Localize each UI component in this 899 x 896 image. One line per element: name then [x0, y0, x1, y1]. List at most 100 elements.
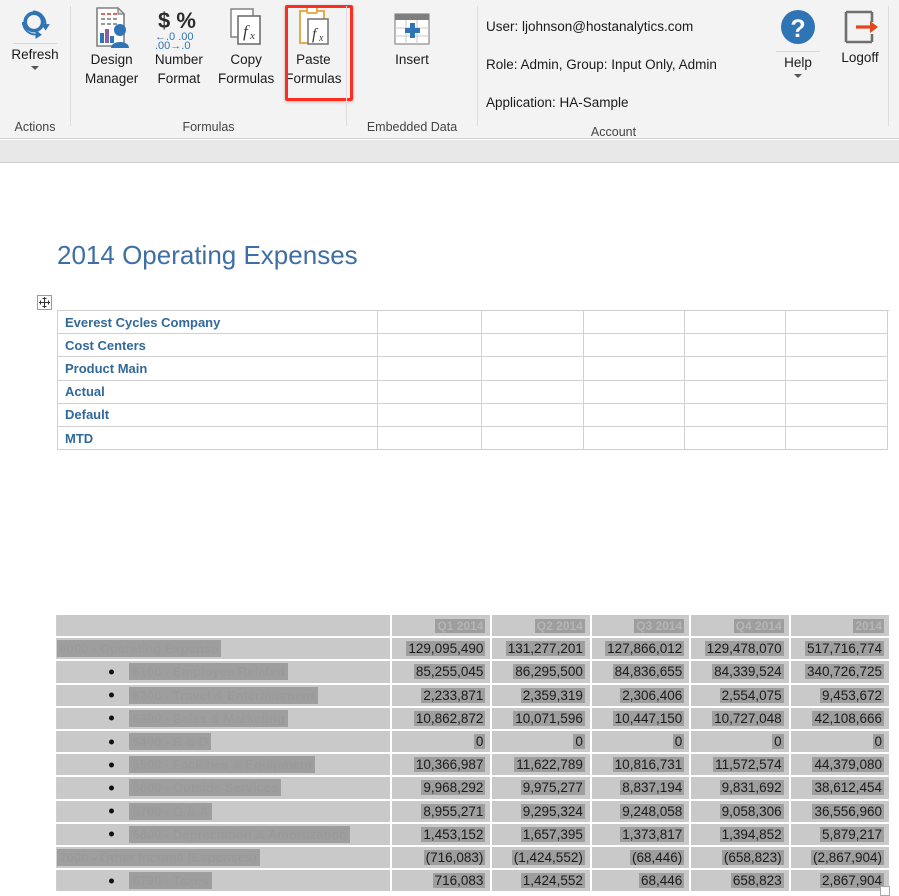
- row-label-cell[interactable]: 6400 - R & D: [57, 730, 391, 753]
- meta-blank-cell[interactable]: [584, 357, 685, 381]
- data-cell[interactable]: (716,083): [390, 846, 491, 869]
- data-cell[interactable]: 86,295,500: [490, 661, 590, 683]
- data-cell[interactable]: 38,612,454: [788, 777, 890, 799]
- data-cell[interactable]: 131,277,201: [490, 638, 590, 660]
- data-cell[interactable]: 84,339,524: [689, 661, 789, 683]
- meta-blank-cell[interactable]: [685, 426, 786, 451]
- data-cell[interactable]: 42,108,666: [788, 707, 890, 729]
- meta-blank-cell[interactable]: [378, 311, 482, 335]
- number-format-button[interactable]: $ % ←.0 .00 .00→.0 Number Format: [146, 0, 211, 88]
- data-cell[interactable]: (658,823): [689, 846, 789, 869]
- meta-blank-cell[interactable]: [786, 426, 888, 451]
- data-cell[interactable]: 44,379,080: [788, 754, 890, 776]
- data-cell[interactable]: 10,727,048: [689, 707, 789, 729]
- refresh-button[interactable]: Refresh: [11, 0, 59, 70]
- data-cell[interactable]: 0: [490, 730, 590, 753]
- data-cell[interactable]: 1,453,152: [390, 823, 491, 845]
- help-button[interactable]: ? Help: [767, 0, 829, 78]
- meta-blank-cell[interactable]: [482, 426, 584, 451]
- meta-blank-cell[interactable]: [378, 357, 482, 381]
- meta-blank-cell[interactable]: [482, 403, 584, 427]
- data-cell[interactable]: 2,306,406: [589, 684, 690, 706]
- row-label-cell[interactable]: 6000 - Operating Expense: [57, 638, 391, 660]
- data-cell[interactable]: (68,446): [589, 846, 690, 869]
- data-cell[interactable]: (2,867,904): [788, 846, 890, 869]
- data-cell[interactable]: 10,366,987: [390, 754, 491, 776]
- meta-blank-cell[interactable]: [584, 334, 685, 358]
- data-cell[interactable]: 1,424,552: [490, 870, 590, 892]
- data-cell[interactable]: 9,968,292: [390, 777, 491, 799]
- copy-formulas-button[interactable]: f x Copy Formulas: [214, 0, 279, 88]
- data-cell[interactable]: 1,394,852: [689, 823, 789, 845]
- meta-blank-cell[interactable]: [786, 403, 888, 427]
- data-cell[interactable]: 1,373,817: [589, 823, 690, 845]
- data-cell[interactable]: 129,478,070: [689, 638, 789, 660]
- paste-formulas-button[interactable]: f x Paste Formulas: [281, 0, 346, 88]
- data-cell[interactable]: 9,295,324: [490, 800, 590, 822]
- row-label-cell[interactable]: 7000 - Other Income (Expenses): [57, 846, 391, 869]
- resize-handle[interactable]: [880, 886, 890, 896]
- data-cell[interactable]: (1,424,552): [490, 846, 590, 869]
- meta-blank-cell[interactable]: [584, 403, 685, 427]
- data-cell[interactable]: 10,447,150: [589, 707, 690, 729]
- data-cell[interactable]: 85,255,045: [390, 661, 491, 683]
- meta-blank-cell[interactable]: [786, 380, 888, 404]
- row-label-cell[interactable]: 6300 - Sales & Marketing: [57, 707, 391, 729]
- data-cell[interactable]: 11,572,574: [689, 754, 789, 776]
- row-label-cell[interactable]: 6200 - Travel & Entertainment: [57, 684, 391, 706]
- meta-blank-cell[interactable]: [786, 334, 888, 358]
- row-label-cell[interactable]: 6100 - Employee Related: [57, 661, 391, 683]
- meta-blank-cell[interactable]: [482, 311, 584, 335]
- data-cell[interactable]: 84,836,655: [589, 661, 690, 683]
- row-label-cell[interactable]: 6800 - Depreciation & Amortization: [57, 823, 391, 845]
- data-cell[interactable]: 0: [589, 730, 690, 753]
- data-cell[interactable]: 68,446: [589, 870, 690, 892]
- meta-blank-cell[interactable]: [786, 311, 888, 335]
- meta-blank-cell[interactable]: [685, 311, 786, 335]
- meta-blank-cell[interactable]: [685, 380, 786, 404]
- meta-blank-cell[interactable]: [378, 426, 482, 451]
- data-cell[interactable]: 340,726,725: [788, 661, 890, 683]
- data-cell[interactable]: 2,867,904: [788, 870, 890, 892]
- data-cell[interactable]: 2,233,871: [390, 684, 491, 706]
- data-cell[interactable]: 8,837,194: [589, 777, 690, 799]
- data-cell[interactable]: 127,866,012: [589, 638, 690, 660]
- data-cell[interactable]: 658,823: [689, 870, 789, 892]
- data-cell[interactable]: 716,083: [390, 870, 491, 892]
- meta-blank-cell[interactable]: [378, 334, 482, 358]
- logoff-button[interactable]: Logoff: [829, 0, 891, 78]
- meta-blank-cell[interactable]: [482, 334, 584, 358]
- meta-blank-cell[interactable]: [786, 357, 888, 381]
- row-label-cell[interactable]: 6500 - Facilities & Equipment: [57, 754, 391, 776]
- data-cell[interactable]: 36,556,960: [788, 800, 890, 822]
- data-cell[interactable]: 9,248,058: [589, 800, 690, 822]
- meta-blank-cell[interactable]: [482, 380, 584, 404]
- meta-blank-cell[interactable]: [378, 380, 482, 404]
- data-cell[interactable]: 1,657,395: [490, 823, 590, 845]
- data-cell[interactable]: 0: [689, 730, 789, 753]
- meta-blank-cell[interactable]: [584, 311, 685, 335]
- data-cell[interactable]: 9,453,672: [788, 684, 890, 706]
- data-cell[interactable]: 8,955,271: [390, 800, 491, 822]
- data-cell[interactable]: 11,622,789: [490, 754, 590, 776]
- chevron-down-icon[interactable]: [31, 66, 39, 70]
- data-cell[interactable]: 9,058,306: [689, 800, 789, 822]
- row-label-cell[interactable]: 6700 - G & A: [57, 800, 391, 822]
- data-cell[interactable]: 0: [788, 730, 890, 753]
- data-cell[interactable]: 9,831,692: [689, 777, 789, 799]
- meta-blank-cell[interactable]: [685, 403, 786, 427]
- chevron-down-icon[interactable]: [794, 74, 802, 78]
- meta-blank-cell[interactable]: [584, 380, 685, 404]
- data-cell[interactable]: 517,716,774: [788, 638, 890, 660]
- data-cell[interactable]: 9,975,277: [490, 777, 590, 799]
- meta-blank-cell[interactable]: [378, 403, 482, 427]
- move-cross-icon[interactable]: [37, 295, 52, 310]
- data-cell[interactable]: 2,359,319: [490, 684, 590, 706]
- row-label-cell[interactable]: 6790 - Taxes: [57, 870, 391, 892]
- row-label-cell[interactable]: 6600 - Outside Services: [57, 777, 391, 799]
- data-cell[interactable]: 0: [390, 730, 491, 753]
- data-cell[interactable]: 10,071,596: [490, 707, 590, 729]
- meta-blank-cell[interactable]: [584, 426, 685, 451]
- data-cell[interactable]: 10,862,872: [390, 707, 491, 729]
- design-manager-button[interactable]: Design Manager: [79, 0, 144, 88]
